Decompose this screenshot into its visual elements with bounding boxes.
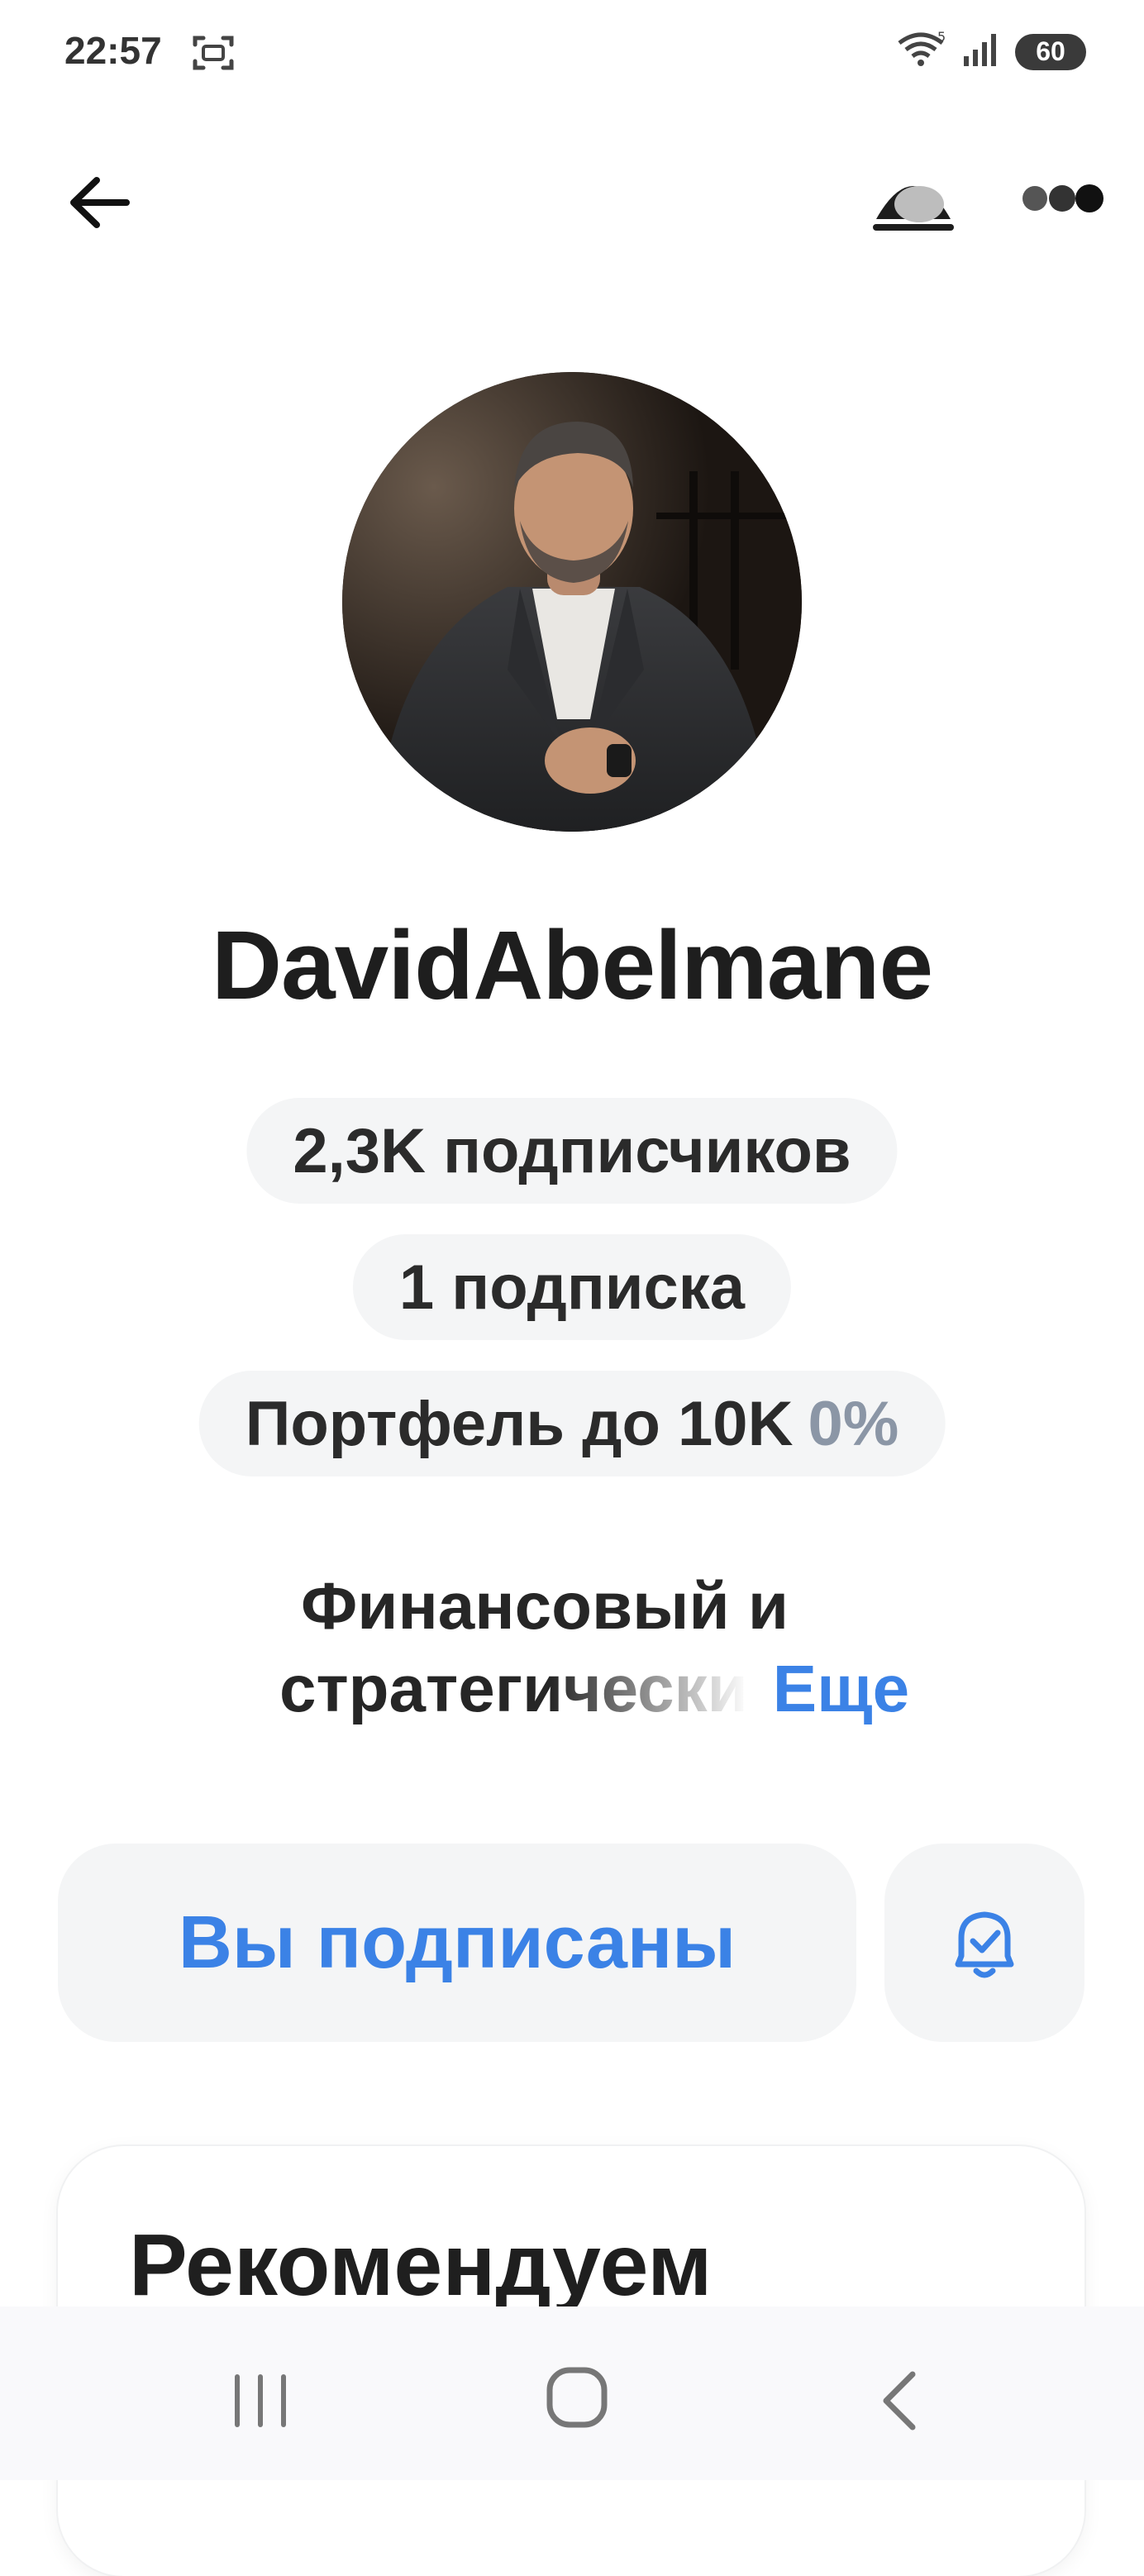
profile-username: DavidAbelmane [211, 911, 933, 1020]
recommendations-title: Рекомендуем [129, 2216, 713, 2314]
subscribed-button[interactable]: Вы подписаны [58, 1844, 856, 2042]
signal-icon [962, 31, 1002, 72]
bio-line-2-text: стратегически [279, 1652, 748, 1725]
portfolio-button[interactable] [868, 161, 959, 244]
followers-chip[interactable]: 2,3K подписчиков [246, 1098, 898, 1204]
system-back-button[interactable] [878, 2369, 919, 2436]
bell-check-icon [955, 1911, 1014, 1978]
svg-text:5: 5 [937, 30, 946, 45]
portfolio-icon [873, 186, 954, 231]
profile-avatar [342, 372, 802, 832]
portfolio-chip-label: Портфель до 10K [245, 1388, 794, 1459]
portfolio-chip-percent: 0% [808, 1388, 899, 1459]
recent-apps-icon [235, 2374, 286, 2427]
recent-apps-button[interactable] [231, 2371, 289, 2435]
more-button[interactable] [1017, 174, 1108, 223]
screenshot-icon [192, 33, 235, 77]
notification-bell-button[interactable] [884, 1844, 1084, 2042]
chevron-left-icon [883, 2371, 916, 2431]
portfolio-chip[interactable]: Портфель до 10K 0% [198, 1371, 946, 1476]
status-icons: 5 60 [896, 29, 1086, 74]
bio-line-2: стратегически Еще [279, 1653, 909, 1724]
home-button[interactable] [546, 2366, 608, 2433]
following-chip[interactable]: 1 подписка [352, 1234, 792, 1340]
bio-more-link[interactable]: Еще [773, 1652, 909, 1725]
arrow-left-icon [70, 177, 130, 228]
battery-icon: 60 [1015, 33, 1086, 70]
wifi-icon: 5 [896, 29, 949, 74]
status-time: 22:57 [64, 29, 162, 72]
more-dots-icon [1022, 184, 1103, 212]
back-button[interactable] [63, 165, 137, 240]
home-icon [546, 2367, 608, 2428]
bio-line-1: Финансовый и [301, 1569, 789, 1643]
